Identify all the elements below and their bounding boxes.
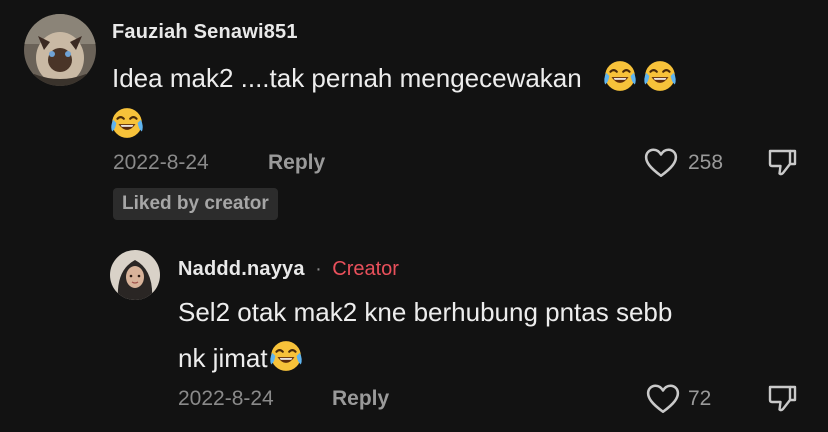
like-count: 258	[688, 151, 724, 174]
reply-header: Naddd.nayya · Creator	[178, 258, 399, 281]
laughing-tears-emoji-icon	[643, 59, 677, 93]
comment-text-line: Sel2 otak mak2 kne berhubung pntas sebb	[178, 297, 673, 327]
comment-text-line-2: nk jimat	[178, 338, 672, 378]
comment-text-line: nk jimat	[178, 343, 268, 373]
thumbs-down-icon[interactable]	[766, 147, 798, 179]
avatar[interactable]	[24, 14, 96, 86]
avatar[interactable]	[110, 250, 160, 300]
comment-text-line: Idea mak2 ....tak pernah mengecewakan	[112, 63, 582, 93]
comment-date: 2022-8-24	[178, 387, 274, 410]
laughing-tears-emoji-icon	[110, 106, 144, 140]
creator-label: Creator	[332, 258, 399, 280]
heart-outline-icon[interactable]	[646, 383, 680, 415]
laughing-tears-emoji-icon	[603, 59, 637, 93]
reply-button[interactable]: Reply	[268, 151, 325, 175]
separator-dot: ·	[315, 258, 322, 280]
comment-username[interactable]: Fauziah Senawi851	[112, 21, 298, 44]
liked-by-creator-badge: Liked by creator	[113, 188, 278, 220]
heart-outline-icon[interactable]	[644, 147, 678, 179]
thumbs-down-icon[interactable]	[766, 383, 798, 415]
like-count: 72	[688, 387, 712, 410]
reply-button[interactable]: Reply	[332, 387, 389, 411]
comment-date: 2022-8-24	[113, 151, 209, 174]
comment-text: Idea mak2 ....tak pernah mengecewakan	[112, 58, 677, 98]
laughing-tears-emoji-icon	[269, 339, 303, 373]
comment-text: Sel2 otak mak2 kne berhubung pntas sebb …	[178, 292, 672, 378]
comment-username[interactable]: Naddd.nayya	[178, 258, 305, 280]
